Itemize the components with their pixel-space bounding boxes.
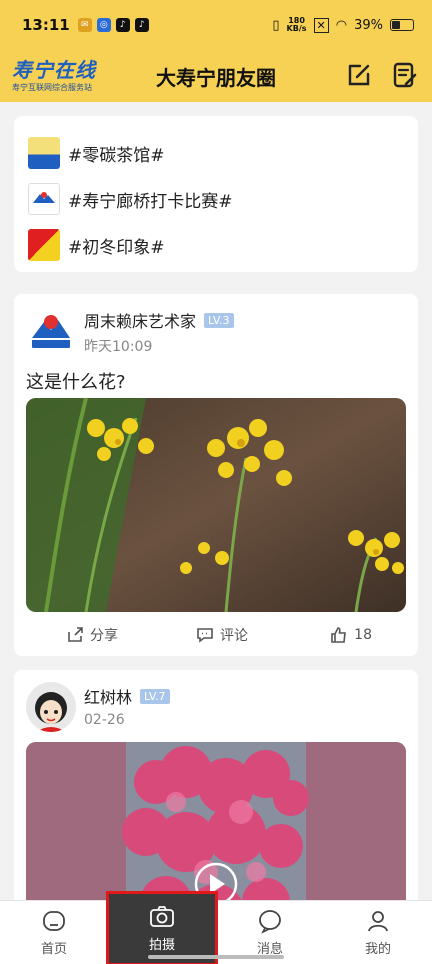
- topic-item[interactable]: #初冬印象#: [28, 222, 404, 268]
- avatar[interactable]: [26, 306, 76, 356]
- thumbs-up-icon: [331, 627, 347, 643]
- edit-icon: [348, 64, 370, 86]
- nav-label: 首页: [40, 942, 67, 957]
- gesture-bar: [148, 955, 284, 959]
- battery-icon: [390, 19, 414, 31]
- share-icon: [68, 627, 83, 642]
- username[interactable]: 周末赖床艺术家: [84, 308, 196, 332]
- nav-label: 我的: [364, 942, 391, 957]
- app-notification-icon: ◎: [96, 18, 111, 32]
- level-badge: LV.7: [140, 688, 170, 704]
- post-card[interactable]: 周末赖床艺术家 LV.3 昨天10:09 这是什么花? 分享 评论 18: [14, 294, 418, 656]
- profile-icon: [368, 911, 388, 932]
- comment-icon: [197, 628, 213, 643]
- edit-button[interactable]: [344, 60, 374, 90]
- home-icon: [43, 911, 65, 931]
- notification-icons: ✉ ◎ ♪ ♪: [77, 18, 149, 32]
- topic-item[interactable]: #寿宁廊桥打卡比赛#: [28, 176, 404, 222]
- like-button[interactable]: 18: [330, 626, 372, 644]
- message-icon: [259, 910, 281, 934]
- status-time: 13:11: [22, 16, 70, 34]
- topic-thumbnail: [28, 229, 60, 261]
- post-time: 02-26: [84, 712, 125, 728]
- nav-label: 拍摄: [148, 938, 175, 953]
- topic-thumbnail: [28, 183, 60, 215]
- network-speed: 180 KB/s: [286, 16, 307, 33]
- mail-notification-icon: ✉: [77, 18, 92, 32]
- topic-label: #初冬印象#: [68, 237, 165, 258]
- topic-list: #零碳茶馆# #寿宁廊桥打卡比赛# #初冬印象#: [14, 116, 418, 272]
- wifi-icon: ◠: [335, 17, 348, 33]
- topic-item[interactable]: #零碳茶馆#: [28, 130, 404, 176]
- comment-button[interactable]: 评论: [196, 625, 248, 645]
- post-text: 这是什么花?: [26, 372, 126, 393]
- share-button[interactable]: 分享: [66, 625, 118, 645]
- post-time: 昨天10:09: [84, 339, 153, 355]
- comment-label: 评论: [220, 628, 248, 644]
- nav-profile[interactable]: 我的: [324, 901, 432, 964]
- note-icon: [393, 62, 417, 88]
- post-actions: 分享 评论 18: [14, 624, 418, 646]
- topic-label: #寿宁廊桥打卡比赛#: [68, 191, 233, 212]
- nav-home[interactable]: 首页: [0, 901, 108, 964]
- topic-label: #零碳茶馆#: [68, 145, 165, 166]
- battery-percent: 39%: [354, 17, 383, 33]
- app-header: 寿宁在线 寿宁互联网综合服务站 大寿宁朋友圈: [0, 50, 432, 102]
- status-bar: 13:11 ✉ ◎ ♪ ♪ ▯ 180 KB/s ✕ ◠ 39%: [0, 0, 432, 50]
- drafts-button[interactable]: [390, 60, 420, 90]
- level-badge: LV.3: [204, 312, 234, 328]
- post-image[interactable]: [26, 398, 406, 612]
- camera-icon: [150, 906, 174, 927]
- nav-capture[interactable]: 拍摄: [106, 891, 218, 964]
- avatar[interactable]: [26, 682, 76, 732]
- share-label: 分享: [90, 628, 118, 644]
- tiktok-notification-icon-2: ♪: [134, 18, 149, 32]
- vibrate-icon: ▯: [272, 17, 280, 33]
- sim-off-icon: ✕: [313, 17, 329, 33]
- topic-thumbnail: [28, 137, 60, 169]
- like-count: 18: [354, 627, 372, 643]
- tiktok-notification-icon: ♪: [115, 18, 130, 32]
- username[interactable]: 红树林: [84, 684, 132, 708]
